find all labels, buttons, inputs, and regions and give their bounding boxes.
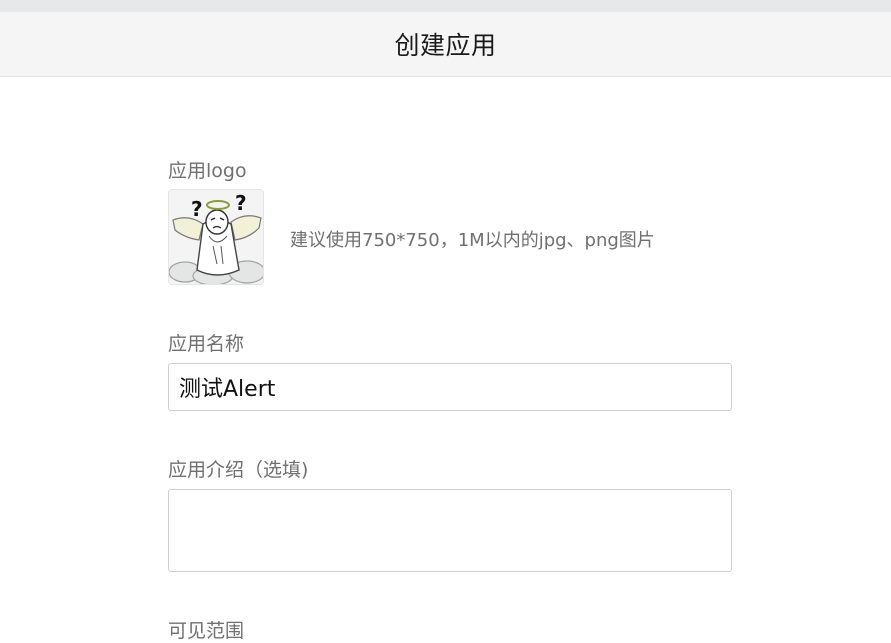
logo-image: ? ? — [169, 190, 263, 284]
svg-text:?: ? — [235, 191, 247, 215]
page-header: 创建应用 — [0, 12, 891, 77]
logo-upload[interactable]: ? ? — [168, 189, 264, 285]
app-name-input[interactable] — [168, 363, 732, 411]
logo-hint-text: 建议使用750*750，1M以内的jpg、png图片 — [290, 230, 655, 251]
page-title: 创建应用 — [394, 31, 497, 60]
app-name-label: 应用名称 — [168, 333, 245, 355]
app-description-textarea[interactable] — [168, 489, 732, 572]
app-description-label: 应用介绍（选填) — [168, 459, 309, 481]
window-top-strip — [0, 0, 891, 12]
logo-label: 应用logo — [168, 160, 247, 182]
svg-text:?: ? — [191, 197, 203, 221]
